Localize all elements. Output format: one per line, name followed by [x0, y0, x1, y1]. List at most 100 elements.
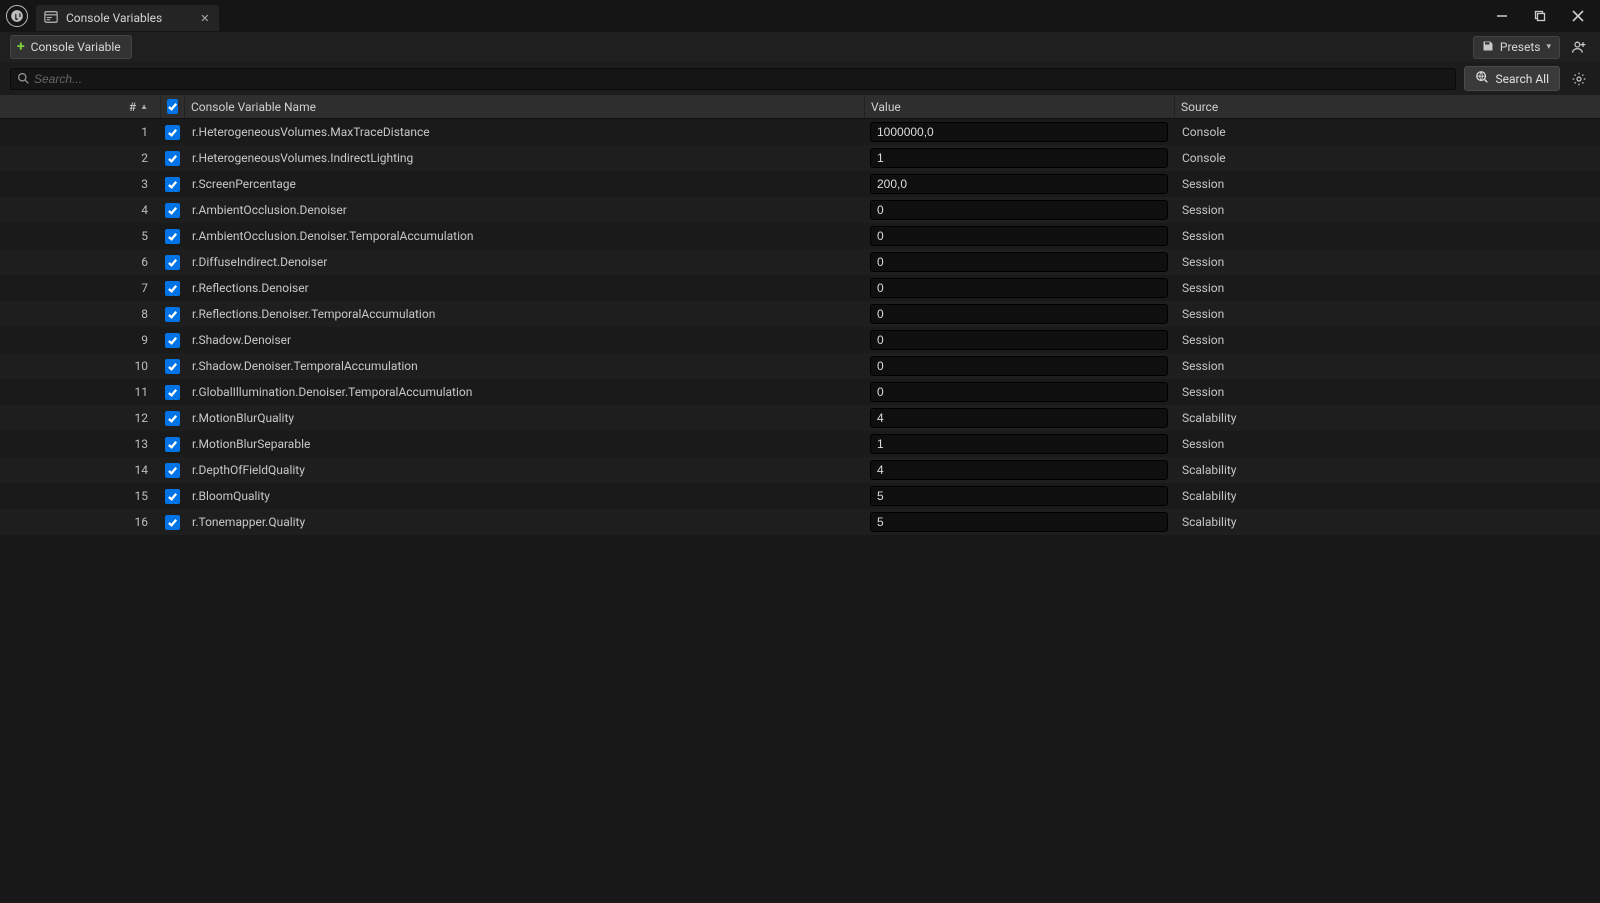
titlebar: Console Variables ✕	[0, 0, 1600, 32]
row-checkbox-cell	[160, 229, 184, 244]
table-row[interactable]: 10r.Shadow.Denoiser.TemporalAccumulation…	[0, 353, 1600, 379]
value-input[interactable]	[870, 486, 1168, 506]
source-label: Session	[1174, 307, 1584, 321]
variable-name: r.DiffuseIndirect.Denoiser	[184, 255, 864, 269]
toolbar: + Console Variable Presets ▾	[0, 32, 1600, 62]
table-row[interactable]: 13r.MotionBlurSeparableSession	[0, 431, 1600, 457]
source-label: Session	[1174, 255, 1584, 269]
row-checkbox-cell	[160, 437, 184, 452]
value-cell	[864, 122, 1174, 142]
tab-close-icon[interactable]: ✕	[200, 12, 209, 25]
source-label: Console	[1174, 151, 1584, 165]
search-all-button[interactable]: Search All	[1464, 66, 1560, 91]
table-row[interactable]: 12r.MotionBlurQualityScalability	[0, 405, 1600, 431]
checkbox-icon[interactable]	[165, 359, 180, 374]
checkbox-icon[interactable]	[165, 203, 180, 218]
table-row[interactable]: 9r.Shadow.DenoiserSession	[0, 327, 1600, 353]
value-cell	[864, 252, 1174, 272]
header-index[interactable]: #▲	[0, 95, 160, 118]
checkbox-icon[interactable]	[165, 333, 180, 348]
checkbox-icon[interactable]	[165, 229, 180, 244]
row-index: 5	[0, 229, 160, 243]
presets-dropdown[interactable]: Presets ▾	[1473, 36, 1560, 59]
checkbox-icon[interactable]	[165, 281, 180, 296]
search-input[interactable]	[34, 72, 1449, 86]
header-checkbox[interactable]	[160, 95, 184, 118]
header-name[interactable]: Console Variable Name	[184, 95, 864, 118]
checkbox-icon[interactable]	[165, 151, 180, 166]
table-row[interactable]: 16r.Tonemapper.QualityScalability	[0, 509, 1600, 535]
value-input[interactable]	[870, 382, 1168, 402]
value-input[interactable]	[870, 252, 1168, 272]
value-input[interactable]	[870, 512, 1168, 532]
checkbox-icon[interactable]	[165, 411, 180, 426]
checkbox-icon[interactable]	[165, 515, 180, 530]
header-value[interactable]: Value	[864, 95, 1174, 118]
value-cell	[864, 330, 1174, 350]
table-row[interactable]: 11r.GlobalIllumination.Denoiser.Temporal…	[0, 379, 1600, 405]
table-row[interactable]: 8r.Reflections.Denoiser.TemporalAccumula…	[0, 301, 1600, 327]
source-label: Session	[1174, 177, 1584, 191]
add-console-variable-button[interactable]: + Console Variable	[10, 35, 132, 59]
value-input[interactable]	[870, 460, 1168, 480]
source-label: Session	[1174, 333, 1584, 347]
variable-name: r.DepthOfFieldQuality	[184, 463, 864, 477]
row-checkbox-cell	[160, 463, 184, 478]
value-input[interactable]	[870, 200, 1168, 220]
variables-table: #▲ Console Variable Name Value Source 1r…	[0, 95, 1600, 903]
row-index: 9	[0, 333, 160, 347]
table-row[interactable]: 5r.AmbientOcclusion.Denoiser.TemporalAcc…	[0, 223, 1600, 249]
checkbox-icon[interactable]	[165, 437, 180, 452]
settings-icon[interactable]	[1568, 68, 1590, 90]
table-row[interactable]: 2r.HeterogeneousVolumes.IndirectLighting…	[0, 145, 1600, 171]
window-maximize-icon[interactable]	[1532, 8, 1548, 24]
value-input[interactable]	[870, 122, 1168, 142]
value-input[interactable]	[870, 408, 1168, 428]
table-row[interactable]: 6r.DiffuseIndirect.DenoiserSession	[0, 249, 1600, 275]
value-input[interactable]	[870, 356, 1168, 376]
row-checkbox-cell	[160, 203, 184, 218]
value-input[interactable]	[870, 278, 1168, 298]
value-cell	[864, 382, 1174, 402]
header-source[interactable]: Source	[1174, 95, 1584, 118]
value-cell	[864, 174, 1174, 194]
checkbox-icon[interactable]	[165, 385, 180, 400]
row-checkbox-cell	[160, 151, 184, 166]
value-input[interactable]	[870, 174, 1168, 194]
variable-name: r.HeterogeneousVolumes.IndirectLighting	[184, 151, 864, 165]
row-checkbox-cell	[160, 385, 184, 400]
checkbox-icon[interactable]	[165, 463, 180, 478]
add-user-icon[interactable]	[1568, 36, 1590, 58]
value-input[interactable]	[870, 330, 1168, 350]
presets-label: Presets	[1500, 40, 1541, 54]
value-input[interactable]	[870, 304, 1168, 324]
table-row[interactable]: 3r.ScreenPercentageSession	[0, 171, 1600, 197]
checkbox-icon[interactable]	[165, 307, 180, 322]
window-close-icon[interactable]	[1570, 8, 1586, 24]
value-cell	[864, 304, 1174, 324]
source-label: Session	[1174, 281, 1584, 295]
checkbox-icon[interactable]	[165, 125, 180, 140]
table-row[interactable]: 14r.DepthOfFieldQualityScalability	[0, 457, 1600, 483]
value-input[interactable]	[870, 226, 1168, 246]
table-row[interactable]: 1r.HeterogeneousVolumes.MaxTraceDistance…	[0, 119, 1600, 145]
row-index: 14	[0, 463, 160, 477]
checkbox-icon[interactable]	[165, 177, 180, 192]
app-logo-icon[interactable]	[6, 5, 28, 27]
value-input[interactable]	[870, 434, 1168, 454]
table-row[interactable]: 7r.Reflections.DenoiserSession	[0, 275, 1600, 301]
row-index: 4	[0, 203, 160, 217]
table-row[interactable]: 15r.BloomQualityScalability	[0, 483, 1600, 509]
search-row: Search All	[0, 62, 1600, 95]
row-checkbox-cell	[160, 489, 184, 504]
checkbox-icon[interactable]	[165, 489, 180, 504]
table-row[interactable]: 4r.AmbientOcclusion.DenoiserSession	[0, 197, 1600, 223]
value-input[interactable]	[870, 148, 1168, 168]
checkbox-icon[interactable]	[165, 255, 180, 270]
search-field[interactable]	[10, 68, 1456, 90]
window-tab[interactable]: Console Variables ✕	[36, 5, 219, 31]
checkbox-icon[interactable]	[167, 99, 178, 114]
variable-name: r.BloomQuality	[184, 489, 864, 503]
window-minimize-icon[interactable]	[1494, 8, 1510, 24]
row-index: 7	[0, 281, 160, 295]
